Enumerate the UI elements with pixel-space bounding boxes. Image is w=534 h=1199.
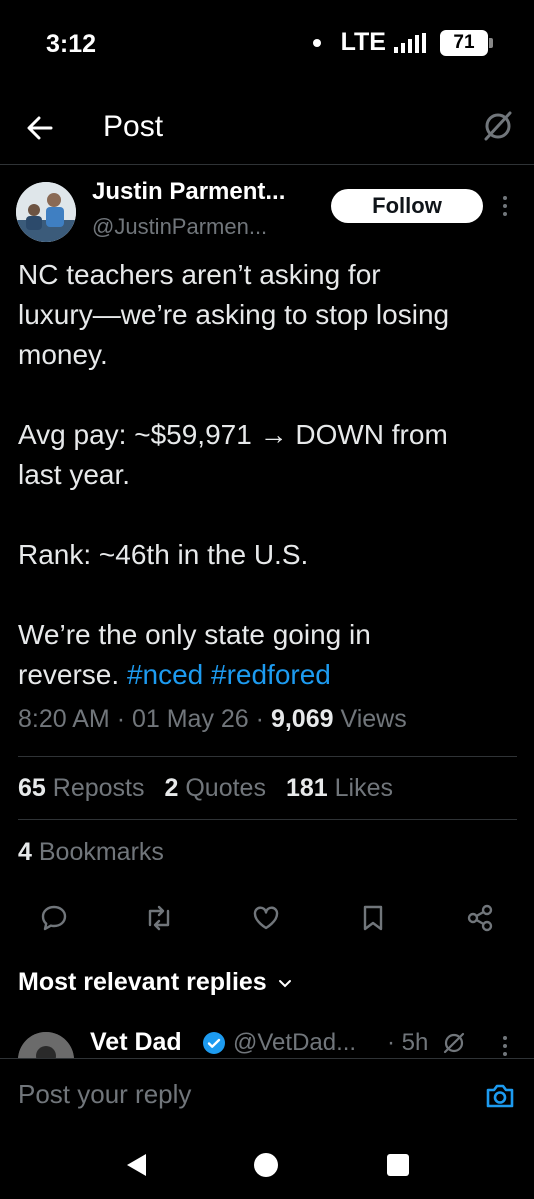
- likes-label: Likes: [334, 774, 393, 802]
- author-avatar[interactable]: [16, 182, 76, 242]
- reply-author-handle[interactable]: @VetDad...: [233, 1029, 356, 1057]
- status-time: 3:12: [46, 30, 97, 58]
- post-line-with-hashtags: reverse. #nced #redfored: [18, 655, 518, 695]
- quotes-label: Quotes: [185, 774, 266, 802]
- post-time[interactable]: 8:20 AM: [18, 705, 110, 733]
- post-line: NC teachers aren’t asking for: [18, 259, 381, 290]
- like-icon[interactable]: [248, 900, 284, 936]
- battery-level: 71: [453, 31, 475, 53]
- nav-back-icon[interactable]: [124, 1152, 148, 1178]
- system-nav-bar: [0, 1132, 534, 1199]
- grok-icon[interactable]: [441, 1030, 467, 1056]
- repost-icon[interactable]: [141, 900, 177, 936]
- chevron-down-icon: [278, 979, 291, 987]
- author-name[interactable]: Justin Parment...: [92, 178, 318, 206]
- reposts-stat[interactable]: 65 Reposts: [18, 774, 144, 803]
- divider: [18, 756, 517, 757]
- author-handle[interactable]: @JustinParmen...: [92, 214, 318, 240]
- replies-sort-dropdown[interactable]: Most relevant replies: [18, 968, 293, 997]
- bookmark-icon[interactable]: [355, 900, 391, 936]
- reply-input[interactable]: [18, 1079, 458, 1110]
- post-date[interactable]: 01 May 26: [132, 705, 249, 733]
- post-line: We’re the only state going in: [18, 619, 371, 650]
- back-arrow-icon[interactable]: [22, 110, 58, 146]
- views-count: 9,069: [270, 705, 334, 733]
- signal-strength-icon: [394, 32, 426, 53]
- more-options-icon[interactable]: [494, 193, 516, 219]
- battery-icon: 71: [440, 29, 493, 56]
- top-app-bar: Post: [0, 90, 534, 165]
- bookmarks-count: 4: [18, 838, 32, 866]
- notification-dot-icon: [312, 38, 321, 47]
- quotes-count: 2: [164, 774, 179, 802]
- likes-stat[interactable]: 181 Likes: [286, 774, 393, 803]
- reply-icon[interactable]: [36, 900, 72, 936]
- reply-compose-bar: [0, 1058, 534, 1132]
- more-options-icon[interactable]: [494, 1034, 516, 1058]
- hashtag-link[interactable]: #nced: [127, 659, 203, 690]
- quotes-stat[interactable]: 2 Quotes: [164, 774, 265, 803]
- divider: [18, 819, 517, 820]
- post-line: Avg pay: ~$59,971 → DOWN from: [18, 419, 448, 450]
- post-line: money.: [18, 339, 108, 370]
- reply-author-name[interactable]: Vet Dad: [90, 1028, 182, 1057]
- post-line: reverse.: [18, 659, 120, 690]
- share-icon[interactable]: [462, 900, 498, 936]
- meta-separator: ·: [255, 705, 264, 733]
- reply-time: · 5h: [387, 1029, 429, 1056]
- post-line: luxury—we’re asking to stop losing: [18, 299, 450, 330]
- post-line: last year.: [18, 459, 131, 490]
- nav-recents-icon[interactable]: [387, 1154, 409, 1176]
- grok-icon[interactable]: [480, 108, 516, 144]
- post-line: Rank: ~46th in the U.S.: [18, 539, 309, 570]
- meta-separator: ·: [116, 705, 126, 733]
- action-bar: [0, 898, 534, 938]
- camera-icon[interactable]: [484, 1081, 516, 1111]
- post-meta: 8:20 AM · 01 May 26 · 9,069 Views: [18, 705, 407, 734]
- reposts-label: Reposts: [52, 774, 145, 802]
- bookmarks-stat[interactable]: 4 Bookmarks: [18, 838, 164, 867]
- likes-count: 181: [285, 774, 328, 802]
- replies-sort-label: Most relevant replies: [18, 968, 267, 996]
- post-text: NC teachers aren’t asking for luxury—we’…: [18, 255, 518, 695]
- reposts-count: 65: [18, 774, 46, 802]
- verified-badge-icon: [202, 1031, 226, 1055]
- engagement-stats: 65 Reposts 2 Quotes 181 Likes: [18, 774, 393, 803]
- page-title: Post: [103, 110, 164, 143]
- nav-home-icon[interactable]: [254, 1153, 278, 1177]
- hashtag-link[interactable]: #redfored: [211, 659, 331, 690]
- follow-button[interactable]: Follow: [331, 189, 483, 223]
- bookmarks-label: Bookmarks: [38, 838, 164, 866]
- status-indicators: LTE 71: [312, 28, 493, 57]
- network-type: LTE: [340, 28, 386, 56]
- status-bar: 3:12 LTE 71: [0, 0, 534, 90]
- views-label: Views: [340, 705, 407, 733]
